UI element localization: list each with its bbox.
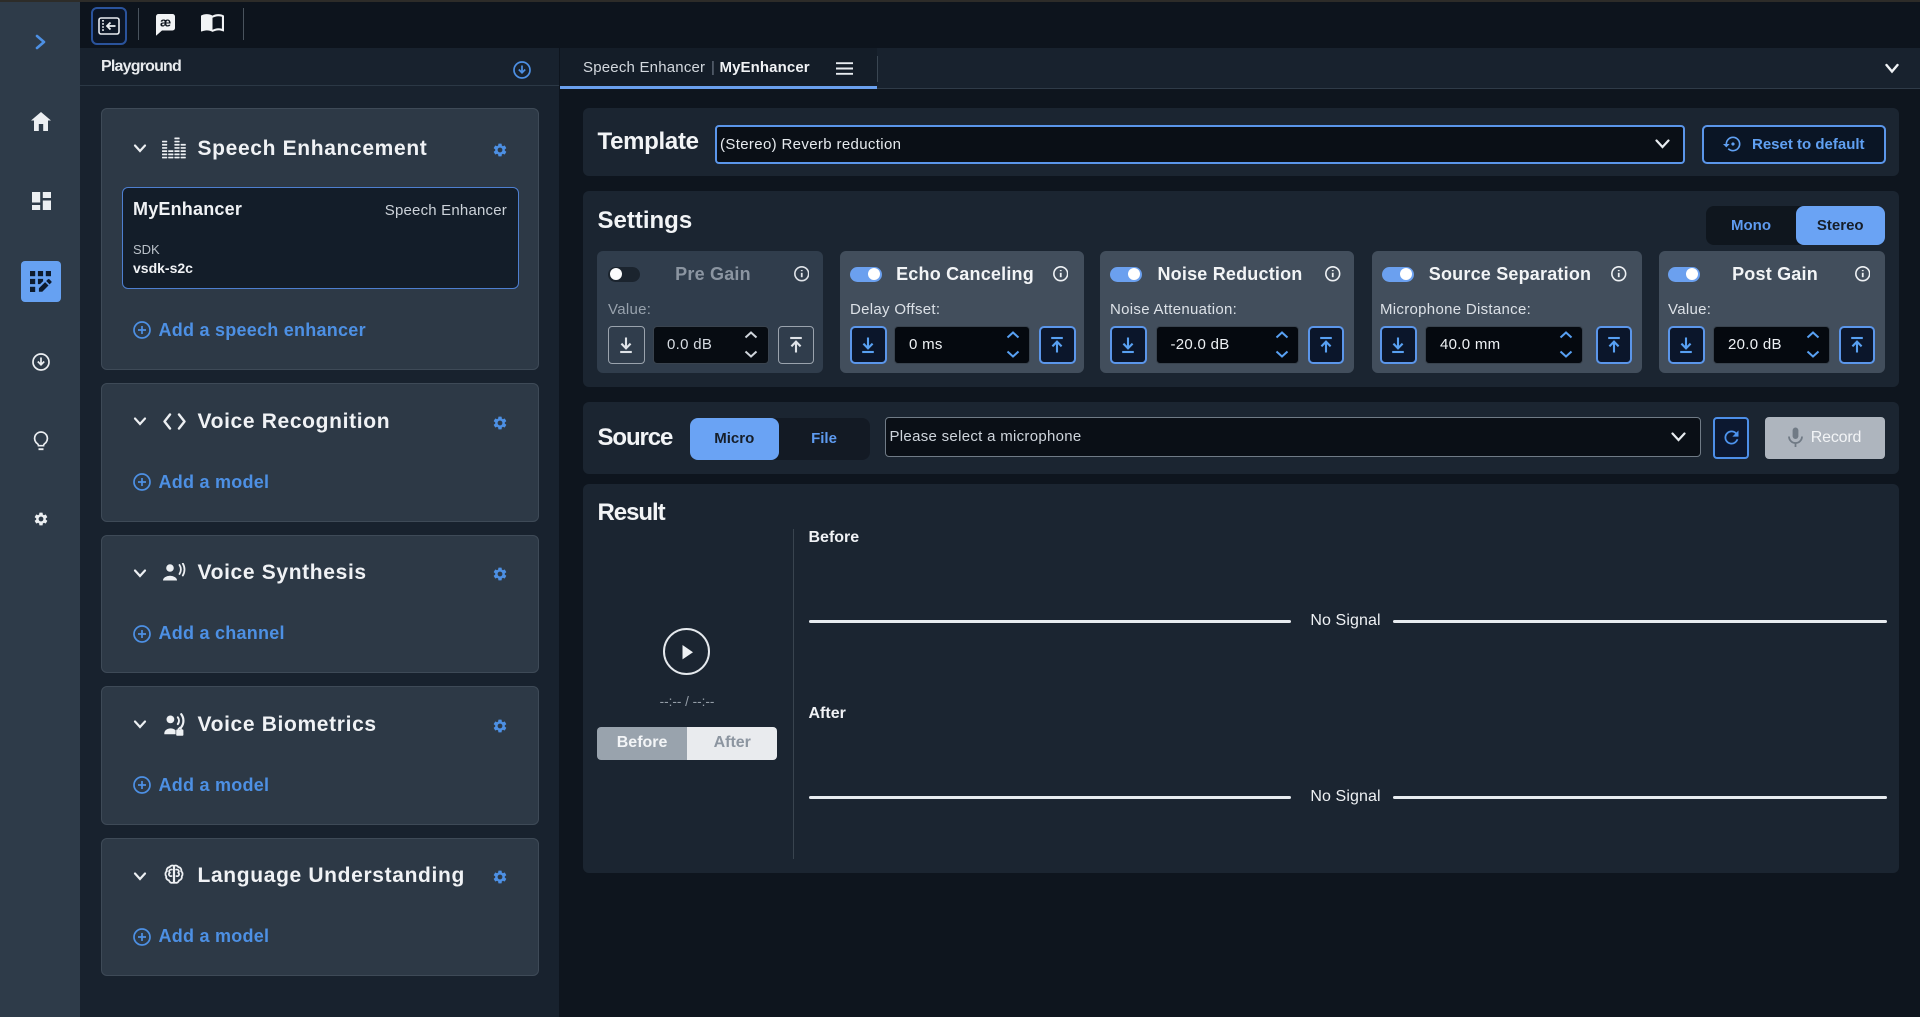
svg-text:æ: æ <box>160 16 171 30</box>
